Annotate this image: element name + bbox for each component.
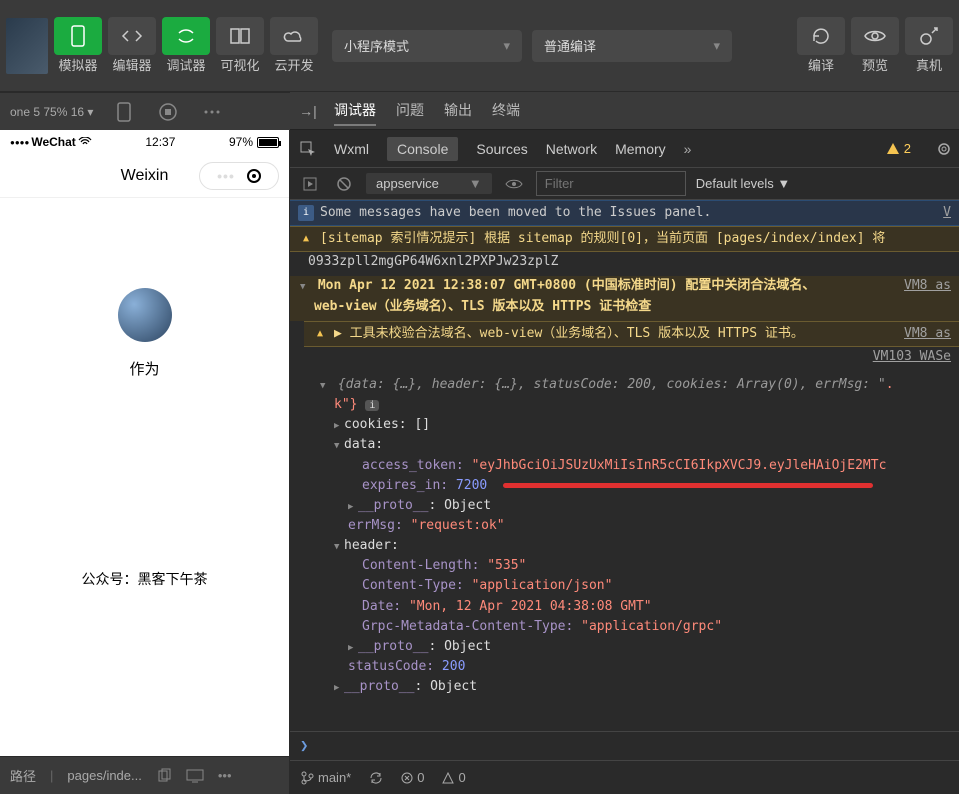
preview-status-bar: 路径 | pages/inde... ••• xyxy=(0,756,289,794)
panel-tab-sources[interactable]: Sources xyxy=(476,141,527,157)
preview-label: 预览 xyxy=(851,55,899,74)
source-link[interactable]: VM8 as xyxy=(904,324,951,344)
capsule-menu[interactable]: ••• xyxy=(199,162,279,190)
cloud-dev-button[interactable] xyxy=(270,17,318,55)
info-message: i Some messages have been moved to the I… xyxy=(290,200,959,226)
expand-toggle[interactable] xyxy=(348,637,358,657)
expand-toggle[interactable] xyxy=(334,536,344,556)
user-name: 作为 xyxy=(129,358,159,379)
real-device-button[interactable] xyxy=(905,17,953,55)
sitemap-warning: ▲ [sitemap 索引情况提示] 根据 sitemap 的规则[0]，当前页… xyxy=(290,226,959,252)
compile-select[interactable]: 普通编译▾ xyxy=(532,30,732,62)
phone-title: Weixin xyxy=(121,167,169,185)
branch-icon xyxy=(300,771,314,785)
settings-gear-icon[interactable] xyxy=(937,142,951,156)
copy-icon[interactable] xyxy=(156,768,172,784)
sync-icon xyxy=(369,771,383,785)
warn-icon: ▲ xyxy=(298,231,314,247)
warn-icon: ▲ xyxy=(312,326,328,342)
tab-debugger[interactable]: 调试器 xyxy=(334,96,376,126)
sync-button[interactable] xyxy=(369,771,383,785)
footer-text: 公众号：黑客下午茶 xyxy=(82,569,208,589)
expand-toggle[interactable] xyxy=(320,375,330,395)
simulator-panel: ●●●● WeChat 12:37 97% Weixin ••• xyxy=(0,130,290,794)
cloud-label: 云开发 xyxy=(270,55,318,74)
info-icon: i xyxy=(298,205,314,221)
more-dots-icon[interactable]: ••• xyxy=(218,768,232,783)
screen-icon[interactable] xyxy=(186,769,204,783)
source-link[interactable]: VM8 as xyxy=(904,276,951,296)
visual-button[interactable] xyxy=(216,17,264,55)
devtools-panel: Wxml Console Sources Network Memory » 2 … xyxy=(290,130,959,794)
project-thumb xyxy=(6,18,48,74)
path-value[interactable]: pages/inde... xyxy=(67,768,141,783)
capsule-more-icon[interactable]: ••• xyxy=(217,168,235,184)
inspect-icon[interactable] xyxy=(300,141,316,157)
expand-toggle[interactable] xyxy=(348,496,358,516)
warning-count[interactable]: 2 xyxy=(886,141,911,156)
status-time: 12:37 xyxy=(145,135,175,149)
console-output: i Some messages have been moved to the I… xyxy=(290,200,959,731)
dock-toggle-icon[interactable]: →| xyxy=(290,92,326,129)
expand-toggle[interactable] xyxy=(334,415,344,435)
levels-select[interactable]: Default levels ▼ xyxy=(696,176,791,191)
tab-output[interactable]: 输出 xyxy=(444,96,472,126)
log-token: 0933zpll2mgGP64W6xnl2PXPJw23zplZ xyxy=(290,252,959,276)
panel-tab-console[interactable]: Console xyxy=(387,137,458,161)
console-clear-icon[interactable] xyxy=(332,172,356,196)
status-carrier: ●●●● WeChat xyxy=(10,135,92,149)
sim-label: 模拟器 xyxy=(54,55,102,74)
more-icon[interactable] xyxy=(201,101,223,123)
battery-icon xyxy=(257,137,279,148)
editor-label: 编辑器 xyxy=(108,55,156,74)
simulator-button[interactable] xyxy=(54,17,102,55)
issues-link[interactable]: V xyxy=(943,203,951,223)
nested-warning: ▲ ▶ 工具未校验合法域名、web-view（业务域名）、TLS 版本以及 HT… xyxy=(304,321,959,347)
debugger-label: 调试器 xyxy=(162,55,210,74)
git-branch[interactable]: main* xyxy=(300,770,351,785)
expand-toggle[interactable] xyxy=(334,435,344,455)
editor-button[interactable] xyxy=(108,17,156,55)
capsule-close-icon[interactable] xyxy=(247,169,261,183)
panel-tab-memory[interactable]: Memory xyxy=(615,141,666,157)
compile-button[interactable] xyxy=(797,17,845,55)
phone-preview: ●●●● WeChat 12:37 97% Weixin ••• xyxy=(0,130,289,756)
filter-input[interactable] xyxy=(536,171,686,196)
expand-toggle[interactable] xyxy=(334,677,344,697)
red-annotation xyxy=(503,483,873,488)
debugger-button[interactable] xyxy=(162,17,210,55)
devtools-status-bar: main* 0 0 xyxy=(290,760,959,794)
mode-select[interactable]: 小程序模式▾ xyxy=(332,30,522,62)
warning-count-status[interactable]: 0 xyxy=(442,770,465,785)
expand-toggle[interactable] xyxy=(300,276,310,296)
panel-tab-wxml[interactable]: Wxml xyxy=(334,141,369,157)
top-toolbar: 模拟器 编辑器 调试器 可视化 云开发 小程序模式▾ 普通编译▾ 编译 预 xyxy=(0,0,959,92)
live-expr-icon[interactable] xyxy=(502,172,526,196)
device-select[interactable]: one 5 75% 16 ▾ xyxy=(10,105,93,119)
user-avatar[interactable] xyxy=(118,288,172,342)
visual-label: 可视化 xyxy=(216,55,264,74)
source-link[interactable]: VM103 WASe xyxy=(873,349,951,364)
record-icon[interactable] xyxy=(157,101,179,123)
compile-label: 编译 xyxy=(797,55,845,74)
console-prompt[interactable]: ❯ xyxy=(290,731,959,760)
status-battery-pct: 97% xyxy=(229,135,253,149)
error-icon xyxy=(401,772,413,784)
tab-problems[interactable]: 问题 xyxy=(396,96,424,126)
error-count[interactable]: 0 xyxy=(401,770,424,785)
context-select[interactable]: appservice▼ xyxy=(366,173,492,194)
real-label: 真机 xyxy=(905,55,953,74)
path-label: 路径 xyxy=(10,766,36,785)
wifi-icon xyxy=(78,137,92,147)
tab-terminal[interactable]: 终端 xyxy=(492,96,520,126)
panel-tab-network[interactable]: Network xyxy=(546,141,597,157)
preview-button[interactable] xyxy=(851,17,899,55)
object-tree: {data: {…}, header: {…}, statusCode: 200… xyxy=(290,371,959,701)
phone-icon[interactable] xyxy=(113,101,135,123)
panel-tab-more-icon[interactable]: » xyxy=(684,141,692,157)
warn-icon xyxy=(442,772,454,784)
console-play-icon[interactable] xyxy=(298,172,322,196)
